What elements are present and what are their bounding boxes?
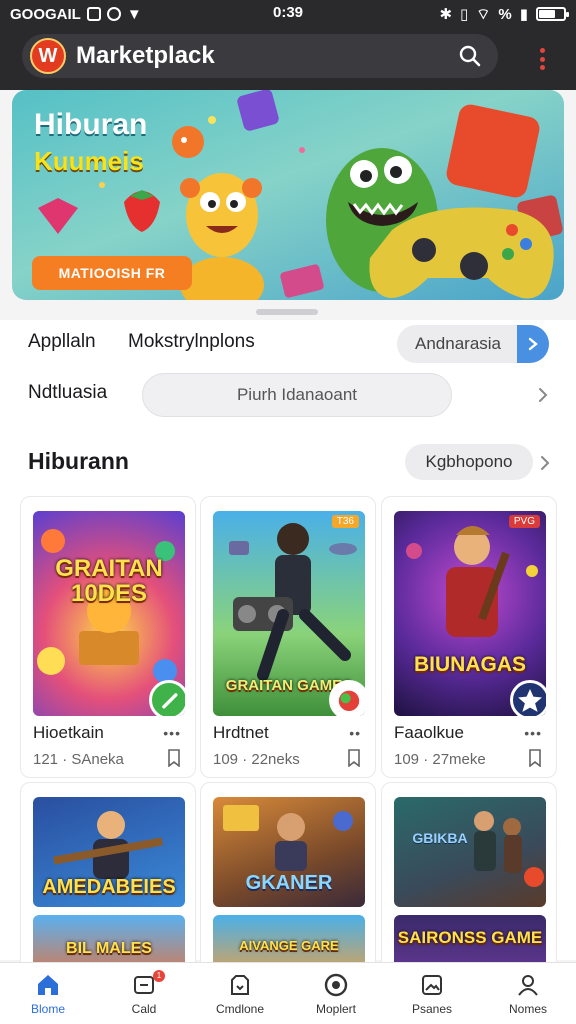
nav-label: Blome — [30, 1001, 65, 1016]
nav-item-card[interactable]: 1 Cald — [99, 969, 189, 1016]
nav-item-explore[interactable]: Moplert — [291, 972, 381, 1016]
game-card[interactable]: GKANER AIVANGE GARE — [200, 782, 376, 982]
hero-banner[interactable]: Hiburan Kuumeis MATIOOISH FR — [12, 90, 564, 300]
nav-item-home[interactable]: Blome — [3, 972, 93, 1016]
bottom-navigation: Blome 1 Cald Cmdlone Moplert Psanes Nome… — [0, 962, 576, 1024]
hero-title: Hiburan — [34, 108, 148, 141]
game-art-title: BIUNAGAS — [413, 652, 526, 676]
gallery-icon — [419, 972, 445, 998]
battery-percent: % — [498, 5, 512, 23]
more-options-button[interactable] — [530, 44, 554, 74]
filter-label-apps[interactable]: Appllaln — [28, 331, 96, 353]
apple-icon[interactable] — [329, 680, 365, 716]
game-card[interactable]: GRAITAN 10DES Hioetkain ••• 121 · SAneka — [20, 496, 196, 778]
chevron-right-icon[interactable] — [534, 386, 552, 404]
game-meta: 109 · 22neks — [213, 751, 300, 768]
bookmark-icon[interactable] — [528, 749, 542, 767]
filter-label-national: Ndtluasia — [28, 382, 108, 403]
nav-label: Nomes — [508, 1001, 547, 1016]
clock: 0:39 — [272, 4, 304, 21]
category-selector[interactable]: Kgbhopono — [405, 444, 533, 480]
app-logo-icon[interactable]: W — [30, 38, 66, 74]
user-icon — [515, 972, 541, 998]
more-dots-icon[interactable]: •• — [349, 725, 361, 741]
bluetooth-icon: ✱ — [439, 6, 453, 23]
age-badge: T36 — [331, 515, 359, 528]
nav-label: Cald — [131, 1001, 157, 1016]
game-art-title: AMEDABEIES — [42, 876, 176, 898]
game-art-title: GBIKBA — [412, 830, 468, 846]
app-title: Marketplack — [76, 42, 215, 69]
game-thumbnail: AMEDABEIES — [33, 797, 185, 907]
language-selector[interactable]: Andnarasia — [397, 325, 549, 363]
search-input[interactable]: Piurh Idanaoant — [142, 373, 452, 417]
more-dots-icon[interactable]: ••• — [524, 725, 542, 741]
status-bar: GOOGAIL ▼ 0:39 ✱ ▯ ⌔ % ▮ — [0, 0, 576, 28]
game-card[interactable]: PVG BIUNAGAS Faaolkue ••• 109 · 27meke — [381, 496, 557, 778]
nav-item-package[interactable]: Cmdlone — [195, 972, 285, 1016]
filter-label-marketplace[interactable]: Mokstrylnplons — [128, 331, 255, 353]
app-header-pill: W Marketplack — [22, 34, 498, 78]
nav-label: Cmdlone — [215, 1001, 265, 1016]
game-card[interactable]: T36 GRAITAN GAMES Hrdtnet •• 109 · 22nek… — [200, 496, 376, 778]
vibrate-icon: ▯ — [460, 6, 469, 23]
game-meta: 109 · 27meke — [394, 751, 486, 768]
game-art-title: GKANER — [245, 872, 333, 894]
game-art — [474, 811, 544, 887]
game-title: Faaolkue — [394, 723, 464, 742]
search-icon — [459, 45, 481, 67]
game-thumbnail: PVG BIUNAGAS — [394, 511, 546, 716]
package-icon — [227, 972, 253, 998]
game-title: Hrdtnet — [213, 723, 269, 742]
game-thumbnail: T36 GRAITAN GAMES — [213, 511, 365, 716]
signal-icon: ▮ — [519, 6, 528, 23]
nav-item-gallery[interactable]: Psanes — [387, 972, 477, 1016]
home-icon — [35, 972, 61, 998]
game-thumbnail: GKANER — [213, 797, 365, 907]
nav-label: Psanes — [411, 1001, 453, 1016]
game-art-title: AIVANGE GARE — [239, 938, 339, 953]
hero-cta-button[interactable]: MATIOOISH FR — [32, 256, 192, 290]
hero-subtitle: Kuumeis — [34, 146, 144, 176]
shield-icon: ▼ — [126, 5, 142, 23]
carrier-label: GOOGAIL — [10, 5, 81, 23]
chevron-right-icon[interactable] — [536, 454, 554, 472]
notification-icon — [86, 7, 101, 21]
nav-label: Moplert — [315, 1001, 356, 1016]
nav-item-profile[interactable]: Nomes — [483, 972, 573, 1016]
star-icon[interactable] — [510, 680, 546, 716]
game-title: Hioetkain — [33, 723, 104, 742]
bookmark-icon[interactable] — [347, 749, 361, 767]
search-input-placeholder: Piurh Idanaoant — [236, 385, 358, 404]
notification-badge: 1 — [153, 969, 165, 982]
section-title: Hiburann — [28, 448, 129, 474]
app-bar: W Marketplack — [0, 28, 576, 90]
bookmark-icon[interactable] — [167, 749, 181, 767]
language-label: Andnarasia — [415, 334, 502, 353]
play-icon[interactable] — [149, 680, 185, 716]
search-button[interactable] — [452, 38, 488, 74]
more-dots-icon[interactable]: ••• — [163, 725, 181, 741]
game-art-title: BIL MALES — [66, 940, 152, 957]
battery-icon — [536, 7, 569, 21]
game-art-title: GRAITAN 10DES — [55, 554, 163, 607]
game-thumbnail: GRAITAN 10DES — [33, 511, 185, 716]
game-thumbnail: GBIKBA — [394, 797, 546, 907]
compass-icon — [323, 972, 349, 998]
wifi-icon: ⌔ — [476, 5, 491, 23]
game-card[interactable]: AMEDABEIES BIL MALES — [20, 782, 196, 982]
drag-handle[interactable] — [256, 309, 318, 315]
chevron-right-icon[interactable] — [517, 325, 549, 363]
game-art-title: SAIRONSS GAME — [397, 928, 543, 947]
sync-icon — [106, 7, 121, 21]
game-card[interactable]: GBIKBA SAIRONSS GAME — [381, 782, 557, 982]
age-badge: PVG — [508, 515, 540, 528]
game-meta: 121 · SAneka — [33, 751, 124, 768]
